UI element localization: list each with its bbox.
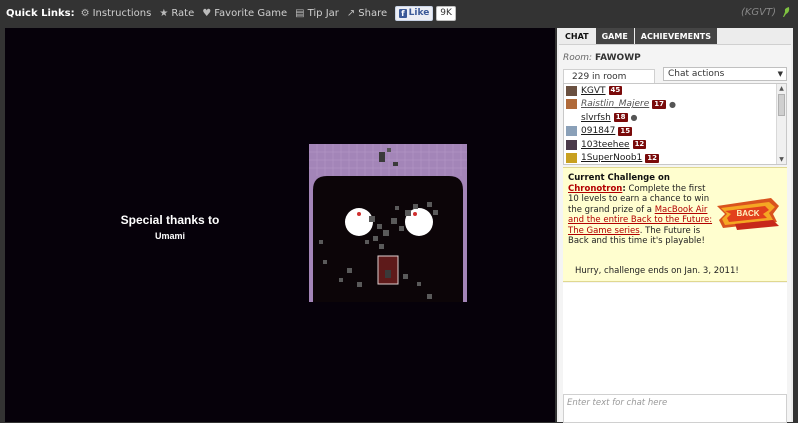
username-link[interactable]: (KGVT)	[741, 7, 776, 18]
avatar	[566, 153, 577, 164]
chat-actions-select[interactable]: Chat actions ▼	[663, 67, 787, 81]
scroll-thumb[interactable]	[778, 94, 785, 116]
scroll-up-icon[interactable]: ▲	[777, 84, 786, 93]
user-name[interactable]: Raistlin_Majere	[581, 99, 649, 109]
user-list-scrollbar[interactable]: ▲ ▼	[776, 84, 786, 164]
list-item[interactable]: 091847 15	[564, 125, 786, 139]
user-name[interactable]: slvrfsh	[581, 113, 611, 123]
list-item[interactable]: KGVT 45	[564, 84, 786, 98]
credits-name: Umami	[154, 231, 185, 241]
star-icon: ★	[159, 7, 169, 19]
facebook-like-label: Like	[408, 8, 430, 18]
instructions-link[interactable]: ⚙ Instructions	[81, 8, 152, 19]
quick-links-bar: Quick Links: ⚙ Instructions ★ Rate ♥ Fav…	[0, 0, 798, 26]
tab-achievements[interactable]: ACHIEVEMENTS	[634, 28, 717, 44]
list-item[interactable]: Raistlin_Majere 17 ●	[564, 98, 786, 112]
panel-tabs: CHAT GAME ACHIEVEMENTS	[559, 28, 718, 44]
facebook-like-count: 9K	[436, 5, 456, 21]
level-badge: 12	[632, 140, 647, 150]
share-label: Share	[358, 7, 388, 19]
avatar	[566, 85, 577, 96]
level-badge: 18	[613, 113, 628, 123]
room-label: Room:	[563, 53, 593, 63]
facebook-like-button[interactable]: f Like	[395, 5, 434, 21]
avatar	[566, 126, 577, 137]
list-item[interactable]: 1SuperNoob1 12	[564, 152, 786, 165]
user-name[interactable]: 103teehee	[581, 140, 630, 150]
favorite-game-label: Favorite Game	[214, 7, 288, 19]
avatar	[566, 99, 577, 110]
share-link[interactable]: ↗ Share	[347, 8, 387, 19]
chat-input[interactable]	[563, 394, 787, 423]
list-item[interactable]: slvrfsh 18 ●	[564, 111, 786, 125]
chevron-down-icon: ▼	[777, 70, 783, 78]
challenge-heading-suffix: :	[622, 183, 626, 194]
room-name: FAWOWP	[594, 53, 641, 63]
chat-actions-label: Chat actions	[668, 69, 725, 79]
tip-jar-icon: ▤	[295, 7, 305, 19]
chat-log	[563, 283, 787, 394]
side-panel: CHAT GAME ACHIEVEMENTS Room: FAWOWP 229 …	[557, 28, 793, 423]
back-to-the-future-logo[interactable]: BACK	[715, 192, 781, 234]
tab-game[interactable]: GAME	[595, 28, 634, 44]
scroll-down-icon[interactable]: ▼	[777, 155, 786, 164]
rate-link[interactable]: ★ Rate	[159, 8, 194, 19]
level-badge: 17	[652, 99, 666, 109]
challenge-ends: Hurry, challenge ends on Jan. 3, 2011!	[575, 266, 739, 276]
tab-chat[interactable]: CHAT	[559, 28, 595, 44]
challenge-text: Current Challenge on Chronotron: Complet…	[568, 173, 713, 247]
person-icon: ●	[630, 113, 638, 123]
quick-links-title: Quick Links:	[6, 7, 75, 19]
facebook-icon: f	[399, 8, 407, 18]
gear-icon: ⚙	[80, 7, 90, 19]
game-canvas[interactable]: Special thanks to Umami	[5, 28, 555, 422]
list-item[interactable]: 103teehee 12	[564, 138, 786, 152]
room-info: Room: FAWOWP	[563, 53, 641, 63]
level-badge: 12	[645, 153, 660, 163]
leaf-icon	[783, 7, 790, 17]
challenge-game-link[interactable]: Chronotron	[568, 184, 622, 194]
avatar	[566, 113, 577, 123]
user-name[interactable]: 1SuperNoob1	[581, 153, 642, 163]
tip-jar-link[interactable]: ▤ Tip Jar	[295, 8, 339, 19]
user-list: KGVT 45 Raistlin_Majere 17 ● slvrfsh 18 …	[563, 83, 787, 165]
level-badge: 15	[618, 126, 633, 136]
chat-panel: Room: FAWOWP 229 in room Chat actions ▼ …	[559, 44, 791, 423]
challenge-box: Current Challenge on Chronotron: Complet…	[563, 167, 787, 282]
share-icon: ↗	[346, 7, 356, 19]
level-badge: 45	[608, 86, 623, 96]
game-scene-graphic	[309, 144, 467, 302]
tip-jar-label: Tip Jar	[307, 7, 339, 19]
challenge-heading: Current Challenge on	[568, 173, 670, 183]
svg-text:BACK: BACK	[736, 209, 759, 218]
person-icon: ●	[669, 99, 676, 109]
favorite-game-link[interactable]: ♥ Favorite Game	[202, 8, 287, 19]
user-name[interactable]: 091847	[581, 126, 615, 136]
credits-title: Special thanks to	[120, 213, 220, 227]
avatar	[566, 139, 577, 150]
instructions-label: Instructions	[92, 7, 152, 19]
rate-label: Rate	[171, 7, 195, 19]
room-count-tab[interactable]: 229 in room	[563, 69, 655, 83]
user-name[interactable]: KGVT	[581, 86, 606, 96]
heart-icon: ♥	[202, 7, 212, 19]
